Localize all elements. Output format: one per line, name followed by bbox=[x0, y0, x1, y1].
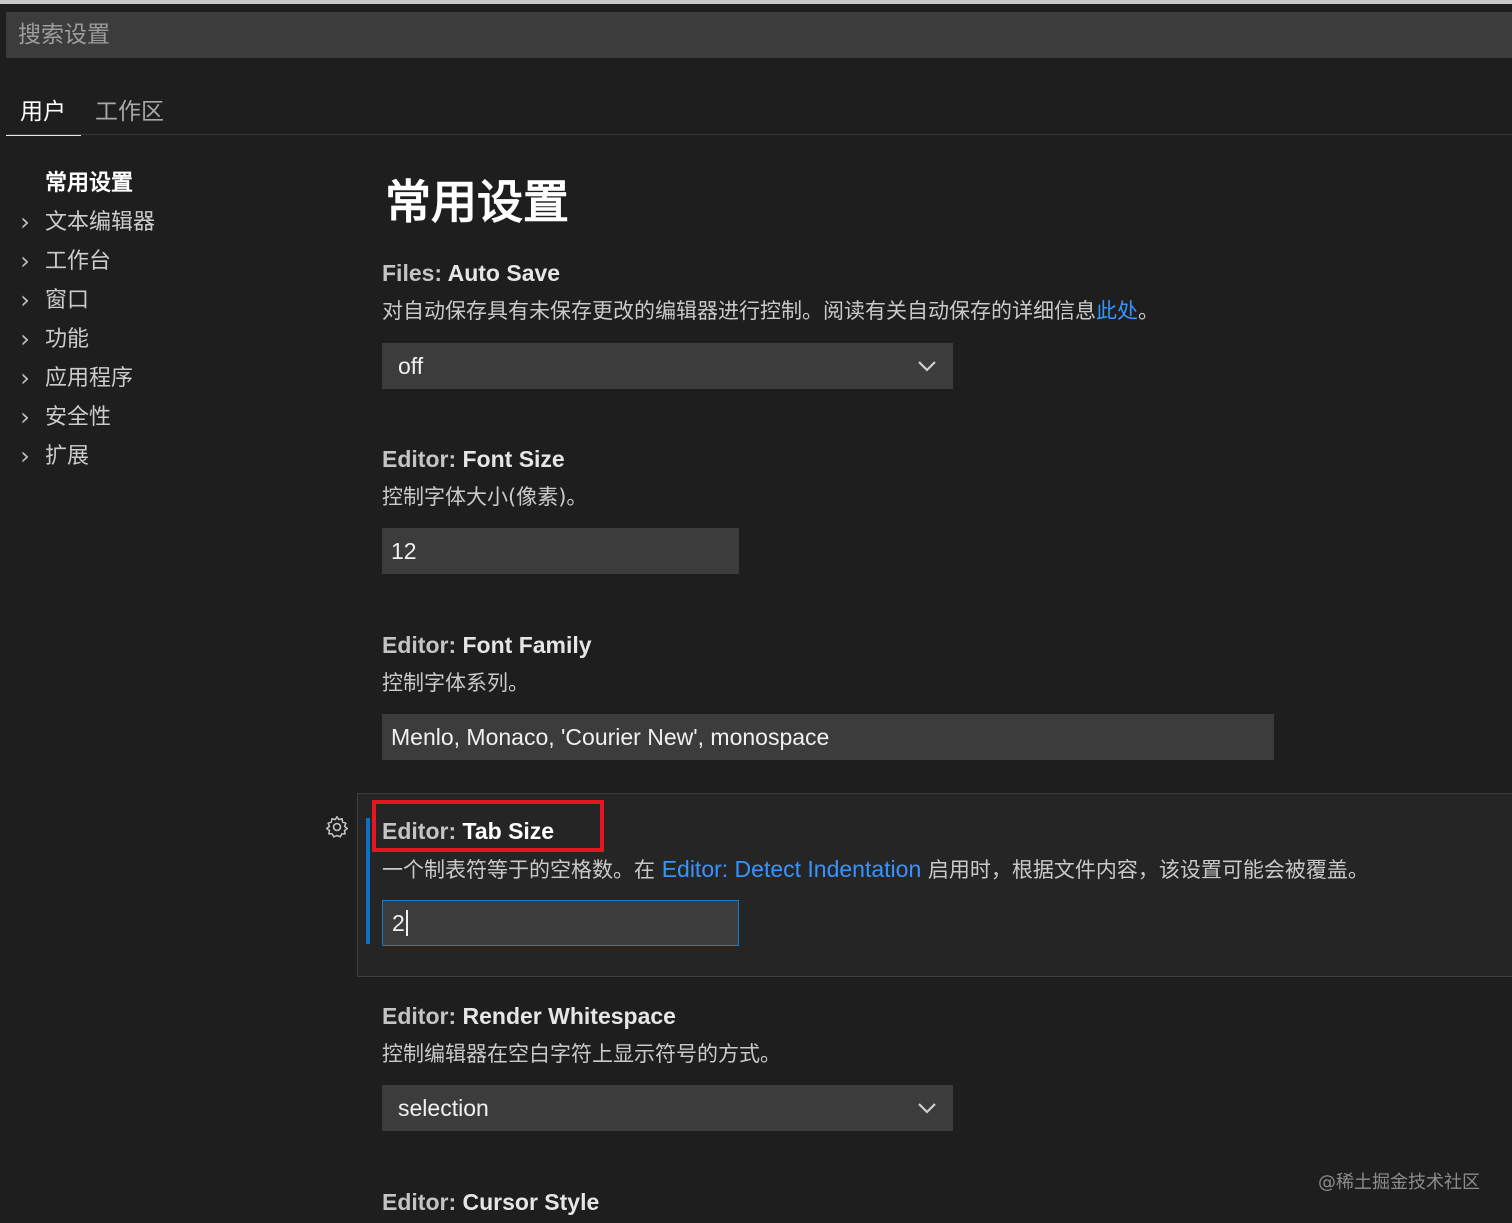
chevron-right-icon: › bbox=[20, 403, 30, 431]
search-input[interactable] bbox=[16, 21, 1512, 49]
toc-item-extensions[interactable]: › 扩展 bbox=[0, 437, 330, 476]
tab-workspace[interactable]: 工作区 bbox=[81, 84, 179, 134]
auto-save-select[interactable]: off bbox=[382, 343, 953, 389]
toc-item-application[interactable]: › 应用程序 bbox=[0, 359, 330, 398]
select-value: off bbox=[398, 352, 424, 379]
toc-item-security[interactable]: › 安全性 bbox=[0, 398, 330, 437]
setting-description: 一个制表符等于的空格数。在 Editor: Detect Indentation… bbox=[382, 854, 1369, 884]
setting-title: Files: Auto Save bbox=[382, 258, 1159, 288]
input-value: Menlo, Monaco, 'Courier New', monospace bbox=[391, 723, 830, 750]
font-size-input[interactable]: 12 bbox=[382, 528, 739, 574]
setting-title: Editor: Cursor Style bbox=[382, 1187, 599, 1217]
setting-category: Editor: bbox=[382, 632, 463, 658]
setting-font-size: Editor: Font Size 控制字体大小(像素)。 12 bbox=[382, 444, 739, 574]
setting-description: 控制字体系列。 bbox=[382, 671, 529, 695]
setting-title: Editor: Font Family bbox=[382, 630, 592, 660]
chevron-right-icon: › bbox=[20, 364, 30, 392]
toc-item-window[interactable]: › 窗口 bbox=[0, 281, 330, 320]
setting-description: 对自动保存具有未保存更改的编辑器进行控制。阅读有关自动保存的详细信息此处。 bbox=[382, 296, 1159, 326]
description-text: 一个制表符等于的空格数。在 bbox=[382, 858, 662, 882]
render-whitespace-select[interactable]: selection bbox=[382, 1085, 953, 1131]
setting-category: Editor: bbox=[382, 1189, 463, 1215]
input-value: 12 bbox=[391, 537, 417, 564]
chevron-right-icon: › bbox=[20, 286, 30, 314]
setting-title: Editor: Render Whitespace bbox=[382, 1001, 781, 1031]
settings-scope-tabs: 用户 工作区 bbox=[6, 84, 179, 136]
focus-indicator bbox=[366, 818, 370, 944]
setting-name: Cursor Style bbox=[462, 1189, 600, 1215]
toc-item-label: 文本编辑器 bbox=[45, 210, 156, 235]
chevron-right-icon: › bbox=[20, 442, 30, 470]
detect-indentation-link[interactable]: Editor: Detect Indentation bbox=[662, 856, 922, 882]
gear-icon[interactable] bbox=[324, 814, 350, 840]
search-settings-box[interactable] bbox=[6, 12, 1512, 58]
tab-user[interactable]: 用户 bbox=[6, 84, 81, 136]
toc-item-label: 窗口 bbox=[45, 288, 90, 313]
font-family-input[interactable]: Menlo, Monaco, 'Courier New', monospace bbox=[382, 714, 1274, 760]
setting-cursor-style: Editor: Cursor Style bbox=[382, 1187, 599, 1217]
watermark: @稀土掘金技术社区 bbox=[1318, 1172, 1480, 1193]
description-text-end: 启用时，根据文件内容，该设置可能会被覆盖。 bbox=[921, 858, 1369, 882]
auto-save-docs-link[interactable]: 此处 bbox=[1096, 299, 1138, 323]
toc-item-label: 常用设置 bbox=[45, 171, 134, 196]
annotation-highlight-box bbox=[372, 800, 604, 852]
toc-item-common[interactable]: 常用设置 bbox=[0, 164, 330, 203]
text-caret bbox=[405, 910, 408, 936]
tabs-divider bbox=[6, 134, 1512, 135]
toc-item-label: 工作台 bbox=[45, 249, 112, 274]
chevron-right-icon: › bbox=[20, 247, 30, 275]
toc-item-label: 扩展 bbox=[45, 444, 90, 469]
description-text-end: 。 bbox=[1138, 299, 1159, 323]
setting-name: Font Family bbox=[462, 632, 592, 658]
input-value: 2 bbox=[392, 909, 405, 936]
setting-category: Files: bbox=[382, 260, 448, 286]
setting-title: Editor: Font Size bbox=[382, 444, 587, 474]
window-top-edge bbox=[0, 0, 1512, 4]
setting-name: Render Whitespace bbox=[462, 1003, 676, 1029]
toc-item-workbench[interactable]: › 工作台 bbox=[0, 242, 330, 281]
page-title: 常用设置 bbox=[385, 175, 569, 229]
setting-render-whitespace: Editor: Render Whitespace 控制编辑器在空白字符上显示符… bbox=[382, 1001, 953, 1131]
toc-item-label: 功能 bbox=[45, 327, 90, 352]
chevron-right-icon: › bbox=[20, 208, 30, 236]
toc-item-features[interactable]: › 功能 bbox=[0, 320, 330, 359]
toc-item-text-editor[interactable]: › 文本编辑器 bbox=[0, 203, 330, 242]
setting-description: 控制字体大小(像素)。 bbox=[382, 485, 588, 509]
description-text: 对自动保存具有未保存更改的编辑器进行控制。阅读有关自动保存的详细信息 bbox=[382, 299, 1096, 323]
chevron-down-icon bbox=[918, 361, 936, 372]
select-value: selection bbox=[398, 1094, 489, 1121]
chevron-right-icon: › bbox=[20, 325, 30, 353]
toc-item-label: 应用程序 bbox=[45, 366, 134, 391]
setting-name: Auto Save bbox=[447, 260, 561, 286]
setting-font-family: Editor: Font Family 控制字体系列。 Menlo, Monac… bbox=[382, 630, 1274, 760]
setting-category: Editor: bbox=[382, 1003, 463, 1029]
settings-toc: 常用设置 › 文本编辑器 › 工作台 › 窗口 › 功能 › 应用程序 › 安全性 › 扩展 bbox=[0, 164, 330, 476]
setting-auto-save: Files: Auto Save 对自动保存具有未保存更改的编辑器进行控制。阅读… bbox=[382, 258, 1159, 389]
tab-size-input[interactable]: 2 bbox=[382, 900, 739, 946]
chevron-down-icon bbox=[918, 1103, 936, 1114]
setting-category: Editor: bbox=[382, 446, 463, 472]
setting-name: Font Size bbox=[462, 446, 565, 472]
setting-description: 控制编辑器在空白字符上显示符号的方式。 bbox=[382, 1042, 781, 1066]
toc-item-label: 安全性 bbox=[45, 405, 112, 430]
